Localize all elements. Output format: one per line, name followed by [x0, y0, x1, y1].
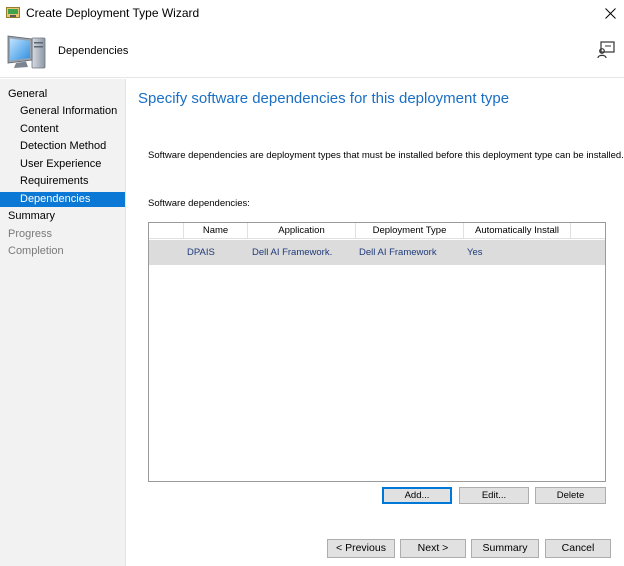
header-title: Dependencies [58, 45, 129, 57]
sidebar-item-label: Summary [8, 210, 56, 222]
page-title: Specify software dependencies for this d… [138, 90, 510, 107]
column-header-automatically-install[interactable]: Automatically Install [463, 223, 571, 239]
sidebar-item-label: Content [20, 123, 59, 135]
delete-button[interactable]: Delete [535, 487, 606, 504]
sidebar-item-summary[interactable]: Summary [0, 209, 125, 224]
add-button[interactable]: Add... [382, 487, 452, 504]
config-manager-app-icon [6, 7, 20, 18]
sidebar-item-label: Dependencies [20, 193, 91, 205]
column-header-application[interactable]: Application [247, 223, 355, 239]
cell-name: DPAIS [187, 247, 215, 258]
sidebar-item-dependencies[interactable]: Dependencies [0, 192, 125, 207]
wizard-sidebar: General General Information Content Dete… [0, 79, 126, 566]
title-bar: Create Deployment Type Wizard [0, 0, 624, 26]
feedback-icon[interactable] [596, 40, 616, 60]
sidebar-item-label: User Experience [20, 158, 102, 170]
previous-button[interactable]: < Previous [327, 539, 395, 558]
sidebar-item-progress: Progress [0, 227, 125, 242]
window-title: Create Deployment Type Wizard [26, 6, 200, 20]
wizard-window: Create Deployment Type Wizard Dependenci… [0, 0, 624, 566]
edit-button[interactable]: Edit... [459, 487, 529, 504]
sidebar-item-label: Requirements [20, 175, 89, 187]
sidebar-item-label: Detection Method [20, 140, 107, 152]
sidebar-item-label: General [8, 88, 48, 100]
table-row[interactable]: DPAIS Dell AI Framework. Dell AI Framewo… [149, 240, 605, 265]
sidebar-item-requirements[interactable]: Requirements [0, 174, 125, 189]
cell-deployment-type: Dell AI Framework [359, 247, 437, 258]
dependencies-list[interactable]: Name Application Deployment Type Automat… [148, 222, 606, 482]
sidebar-item-content[interactable]: Content [0, 122, 125, 137]
sidebar-item-detection-method[interactable]: Detection Method [0, 139, 125, 154]
sidebar-item-general[interactable]: General [0, 87, 125, 102]
cancel-button[interactable]: Cancel [545, 539, 611, 558]
sidebar-item-user-experience[interactable]: User Experience [0, 157, 125, 172]
list-header: Name Application Deployment Type Automat… [149, 223, 605, 239]
next-button[interactable]: Next > [400, 539, 466, 558]
cell-automatically-install: Yes [467, 247, 483, 258]
sidebar-item-general-information[interactable]: General Information [0, 104, 125, 119]
wizard-main: Specify software dependencies for this d… [127, 79, 624, 566]
column-header-name[interactable]: Name [183, 223, 247, 239]
sidebar-item-label: Progress [8, 228, 53, 240]
page-description: Software dependencies are deployment typ… [148, 150, 624, 161]
column-header-deployment-type[interactable]: Deployment Type [355, 223, 463, 239]
sidebar-item-completion: Completion [0, 244, 125, 259]
close-button[interactable] [596, 0, 624, 26]
dependencies-list-label: Software dependencies: [148, 198, 250, 209]
close-icon [604, 7, 616, 19]
wizard-header: Dependencies [0, 26, 624, 78]
monitor-icon [7, 35, 46, 69]
sidebar-item-label: Completion [8, 245, 64, 257]
sidebar-item-label: General Information [20, 105, 118, 117]
cell-application: Dell AI Framework. [252, 247, 333, 258]
summary-button[interactable]: Summary [471, 539, 539, 558]
